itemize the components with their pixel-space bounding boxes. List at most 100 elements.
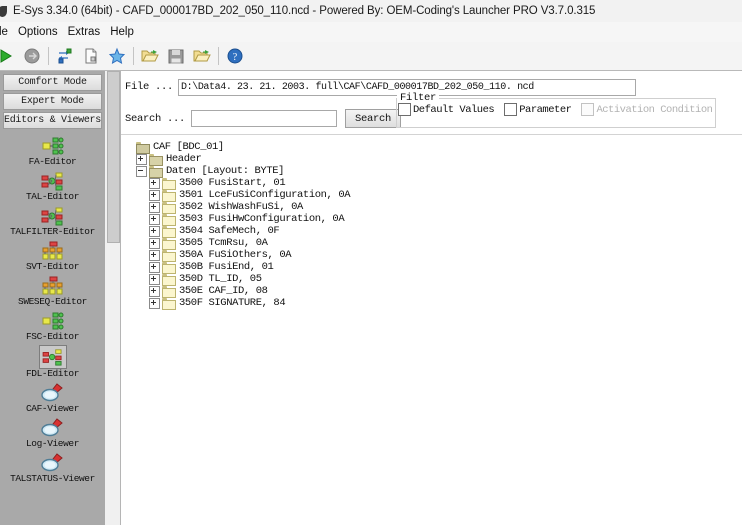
comfort-mode-button[interactable]: Comfort Mode (3, 74, 102, 91)
sidebar-item-sweseq-editor[interactable]: SWESEQ-Editor (0, 275, 105, 307)
connect-button[interactable] (0, 44, 18, 68)
sidebar-item-log-viewer[interactable]: Log-Viewer (0, 417, 105, 449)
disconnect-button[interactable] (20, 44, 44, 68)
sidebar-item-label: TAL-Editor (25, 191, 79, 202)
sidebar-scrollbar-thumb[interactable] (107, 71, 120, 243)
tree-node-label: 3500 FusiStart, 01 (179, 177, 286, 189)
filter-default-values-checkbox[interactable]: Default Values (398, 103, 495, 116)
toolbar-separator (218, 47, 219, 65)
folder-icon (162, 214, 176, 226)
open-recent-button[interactable] (190, 44, 214, 68)
expander-plus-icon[interactable] (149, 297, 160, 309)
folder-icon (162, 262, 176, 274)
filter-checkbox-list: Default Values Parameter Activation Cond… (398, 103, 722, 116)
menu-options[interactable]: Options (13, 24, 63, 40)
tree-node-350F[interactable]: 350F SIGNATURE, 84 (149, 297, 735, 310)
sidebar-item-label: FA-Editor (28, 156, 77, 167)
folder-icon (162, 238, 176, 250)
sidebar: Comfort Mode Expert Mode Editors & Viewe… (0, 71, 106, 525)
expander-plus-icon[interactable] (149, 189, 160, 201)
sidebar-item-talfilter-editor[interactable]: TALFILTER-Editor (0, 205, 105, 237)
menu-bar: le Options Extras Help (0, 22, 742, 42)
open-file-button[interactable] (138, 44, 162, 68)
fa-editor-icon (40, 135, 66, 157)
folder-icon (149, 166, 163, 178)
tree-node-label: 350D TL_ID, 05 (179, 273, 262, 285)
tree-node-3500[interactable]: 3500 FusiStart, 01 (149, 177, 735, 190)
tree-node-label: 3504 SafeMech, 0F (179, 225, 280, 237)
expander-plus-icon[interactable] (149, 177, 160, 189)
search-input[interactable] (191, 110, 338, 127)
sidebar-item-label: FDL-Editor (25, 368, 79, 379)
tree-node-caf-root[interactable]: CAF [BDC_01] (125, 141, 735, 154)
expander-plus-icon[interactable] (149, 225, 160, 237)
sweseq-editor-icon (40, 275, 66, 297)
expander-plus-icon[interactable] (149, 237, 160, 249)
expander-plus-icon[interactable] (149, 201, 160, 213)
expander-plus-icon[interactable] (136, 153, 147, 165)
caf-viewer-panel: File ... D:\Data4. 23. 21. 2003. full\CA… (121, 71, 742, 525)
folder-icon (162, 202, 176, 214)
folder-icon (162, 190, 176, 202)
tree-node-label: 3505 TcmRsu, 0A (179, 237, 268, 249)
transfer-button[interactable] (53, 44, 77, 68)
tree-node-3502[interactable]: 3502 WishWashFuSi, 0A (149, 201, 735, 214)
tree-node-350E[interactable]: 350E CAF_ID, 08 (149, 285, 735, 298)
tree-node-3501[interactable]: 3501 LceFuSiConfiguration, 0A (149, 189, 735, 202)
tal-editor-icon (40, 170, 66, 192)
menu-extras[interactable]: Extras (63, 24, 106, 40)
toolbar-separator (48, 47, 49, 65)
expander-plus-icon[interactable] (149, 261, 160, 273)
expert-mode-button[interactable]: Expert Mode (3, 93, 102, 110)
sidebar-item-svt-editor[interactable]: SVT-Editor (0, 240, 105, 272)
sidebar-item-caf-viewer[interactable]: CAF-Viewer (0, 382, 105, 414)
tree-node-3505[interactable]: 3505 TcmRsu, 0A (149, 237, 735, 250)
search-button[interactable]: Search (345, 109, 402, 128)
caf-tree[interactable]: CAF [BDC_01] Header Daten [Layout: BYTE]… (125, 141, 735, 521)
sidebar-item-tal-editor[interactable]: TAL-Editor (0, 170, 105, 202)
folder-icon (149, 154, 163, 166)
tree-node-3503[interactable]: 3503 FusiHwConfiguration, 0A (149, 213, 735, 226)
expander-plus-icon[interactable] (149, 285, 160, 297)
folder-icon (136, 142, 150, 154)
help-button[interactable]: ? (223, 44, 247, 68)
filter-parameter-checkbox[interactable]: Parameter (504, 103, 572, 116)
expander-plus-icon[interactable] (149, 273, 160, 285)
tree-node-label: CAF [BDC_01] (153, 141, 224, 153)
svt-editor-icon (40, 240, 66, 262)
tree-node-header[interactable]: Header (136, 153, 735, 166)
sidebar-item-fa-editor[interactable]: FA-Editor (0, 135, 105, 167)
tree-node-350D[interactable]: 350D TL_ID, 05 (149, 273, 735, 286)
title-bar: E-Sys 3.34.0 (64bit) - CAFD_000017BD_202… (0, 0, 742, 22)
checkbox-box[interactable] (398, 103, 411, 116)
toolbar-separator (133, 47, 134, 65)
sidebar-item-fsc-editor[interactable]: FSC-Editor (0, 310, 105, 342)
expander-plus-icon[interactable] (149, 213, 160, 225)
tree-node-label: Header (166, 153, 202, 165)
magnifier-icon (40, 382, 66, 404)
save-file-button[interactable] (164, 44, 188, 68)
sidebar-item-label: TALSTATUS-Viewer (10, 473, 95, 484)
tree-node-350B[interactable]: 350B FusiEnd, 01 (149, 261, 735, 274)
checkbox-label: Parameter (519, 103, 572, 116)
sidebar-item-fdl-editor[interactable]: FDL-Editor (0, 345, 105, 379)
editors-viewers-section-header[interactable]: Editors & Viewers (3, 112, 102, 129)
search-label: Search ... (125, 112, 186, 125)
sidebar-item-talstatus-viewer[interactable]: TALSTATUS-Viewer (0, 452, 105, 484)
menu-file[interactable]: le (0, 24, 13, 40)
expander-minus-icon[interactable] (136, 165, 147, 177)
sidebar-scrollbar[interactable] (105, 71, 121, 525)
sidebar-item-label: SVT-Editor (25, 261, 79, 272)
checkbox-label: Default Values (413, 103, 495, 116)
new-document-button[interactable] (79, 44, 103, 68)
checkbox-box[interactable] (504, 103, 518, 116)
app-icon (0, 5, 9, 18)
checkbox-label: Activation Condition (596, 103, 713, 116)
expander-plus-icon[interactable] (149, 249, 160, 261)
tree-node-daten[interactable]: Daten [Layout: BYTE] (136, 165, 735, 178)
tree-node-350A[interactable]: 350A FuSiOthers, 0A (149, 249, 735, 262)
menu-help[interactable]: Help (105, 24, 139, 40)
favorites-button[interactable] (105, 44, 129, 68)
tree-node-3504[interactable]: 3504 SafeMech, 0F (149, 225, 735, 238)
sidebar-item-label: FSC-Editor (25, 331, 79, 342)
